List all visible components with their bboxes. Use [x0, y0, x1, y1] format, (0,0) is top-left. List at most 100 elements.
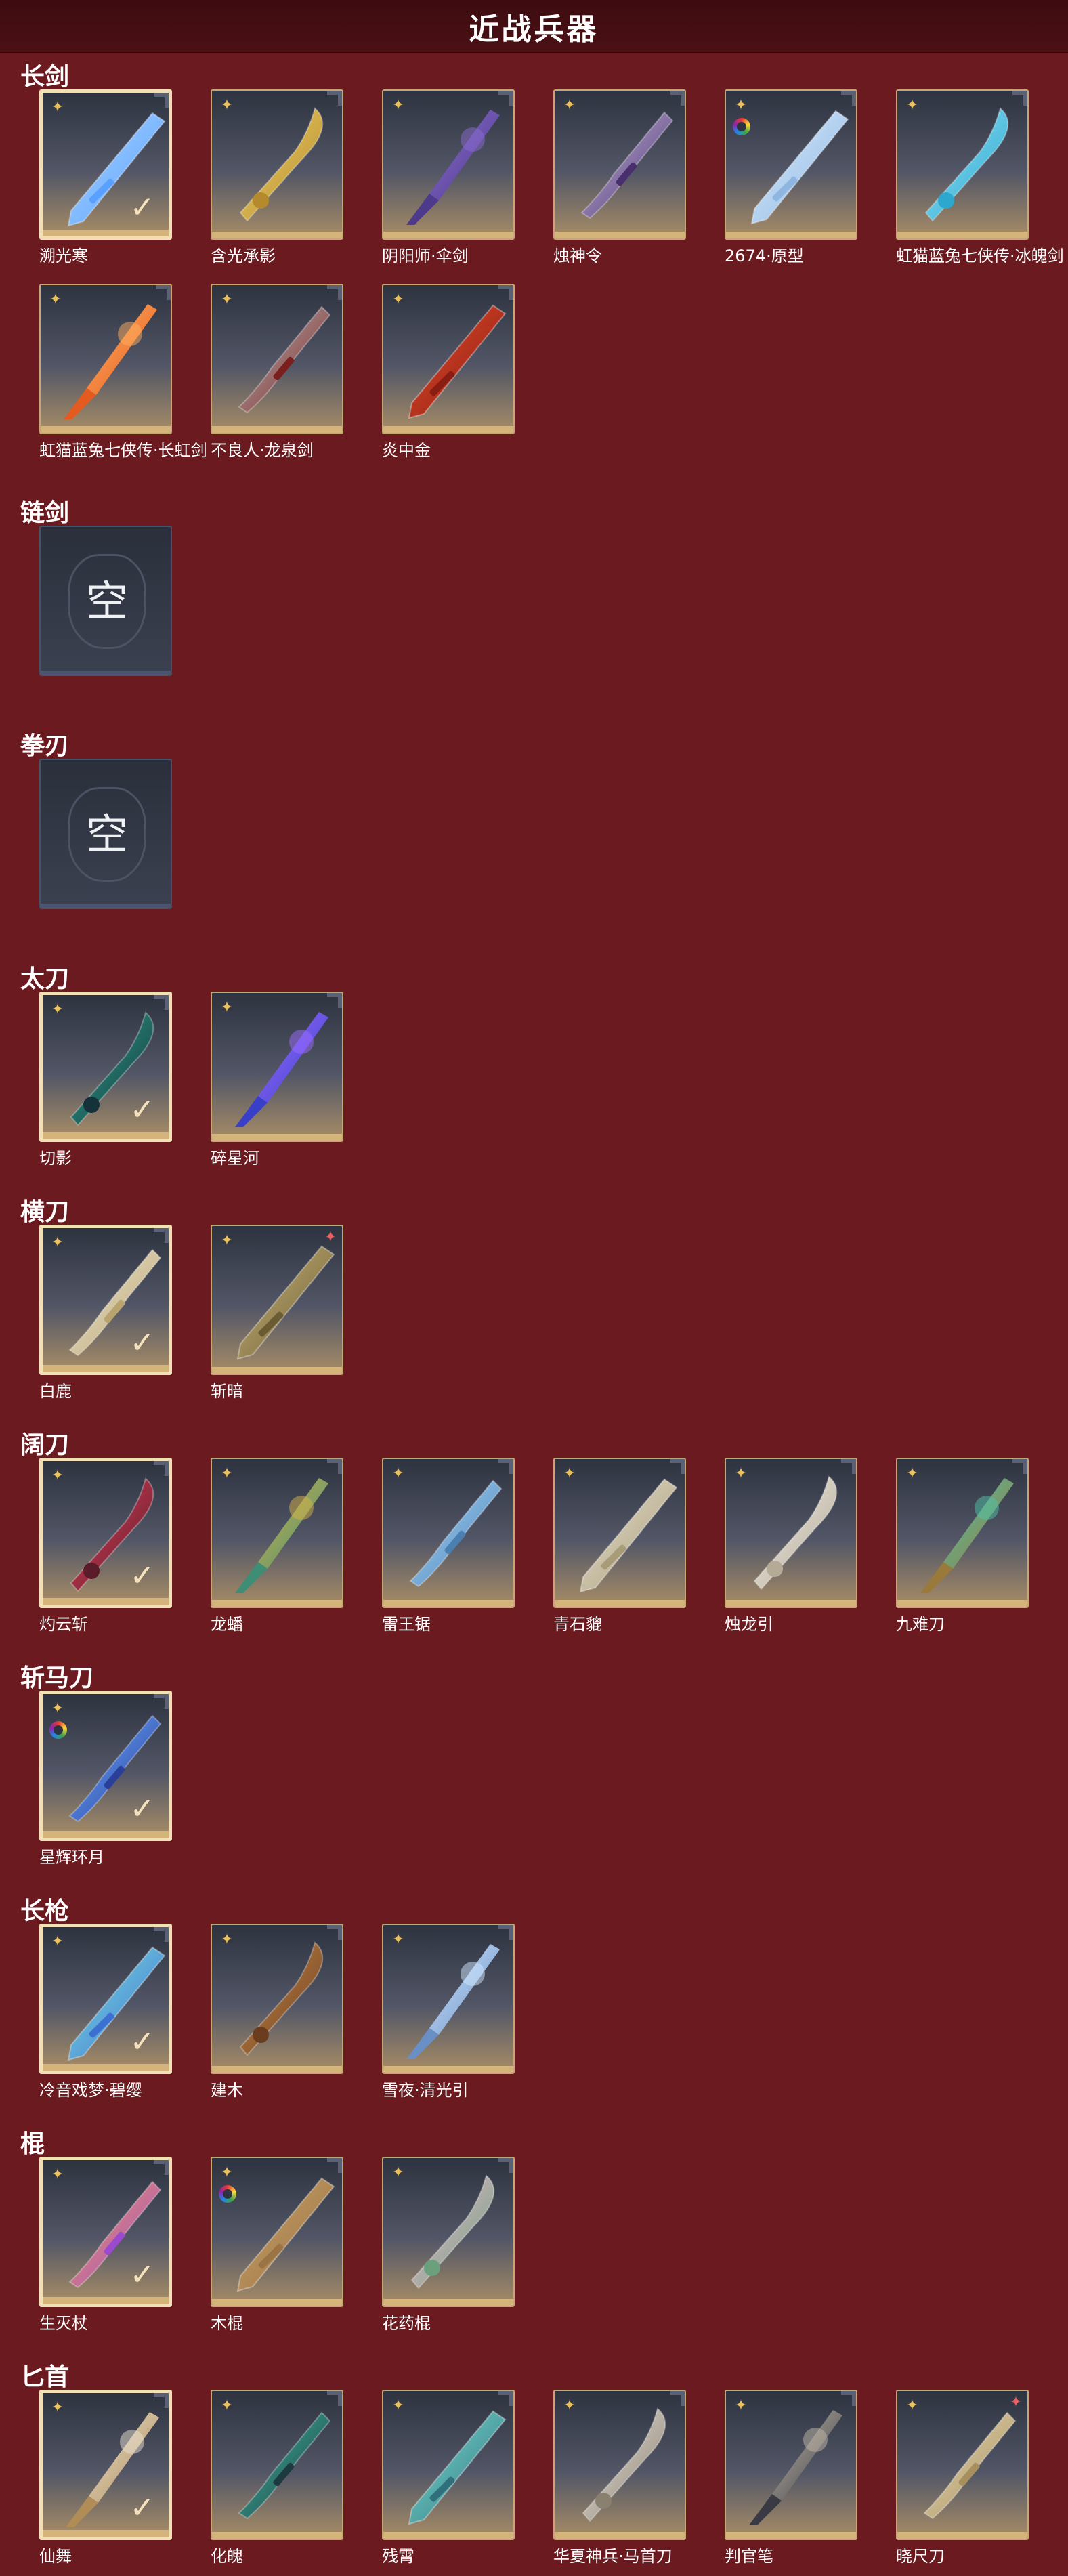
- weapon-card[interactable]: ✦ 建木: [211, 1924, 343, 2100]
- weapon-card[interactable]: ✦ ✦ 斩暗: [211, 1225, 343, 1401]
- weapon-tile[interactable]: ✦: [896, 89, 1029, 240]
- section-0: 长剑 ✦ ✓ 溯光寒 ✦ 含光承影 ✦ 阴阳师·伞剑 ✦ 烛神令 ✦ 2674·…: [0, 53, 1068, 489]
- weapon-card[interactable]: ✦ 不良人·龙泉剑: [211, 284, 343, 460]
- weapon-tile[interactable]: ✦ ✓: [39, 1458, 172, 1608]
- rank-star-icon: ✦: [220, 1232, 234, 1249]
- weapon-tile[interactable]: ✦ ✦: [896, 2390, 1029, 2540]
- corner-mark: [670, 91, 685, 106]
- weapon-tile[interactable]: ✦: [211, 992, 343, 1142]
- weapon-card[interactable]: ✦ 九难刀: [896, 1458, 1029, 1634]
- weapon-name: 虹猫蓝兔七侠传·长虹剑: [39, 441, 207, 460]
- weapon-tile[interactable]: ✦: [382, 2390, 515, 2540]
- weapon-name: 冷音戏梦·碧缨: [39, 2081, 142, 2100]
- empty-slot: 空: [39, 759, 172, 927]
- rank-star-icon: ✦: [905, 97, 919, 114]
- weapon-tile[interactable]: ✦: [382, 1458, 515, 1608]
- weapon-card[interactable]: ✦ 烛龙引: [725, 1458, 857, 1634]
- section-title: 阔刀: [20, 1431, 70, 1459]
- weapon-tile[interactable]: ✦: [725, 2390, 857, 2540]
- section-title: 横刀: [20, 1198, 70, 1226]
- corner-mark: [498, 1925, 513, 1940]
- weapon-card[interactable]: ✦ 化魄: [211, 2390, 343, 2566]
- tile-base: [212, 426, 342, 433]
- tile-base: [212, 1367, 342, 1374]
- weapon-image: [563, 99, 679, 228]
- weapon-tile[interactable]: ✦: [382, 284, 515, 434]
- weapon-tile[interactable]: ✦: [382, 1924, 515, 2074]
- weapon-card[interactable]: ✦ ✓ 生灭杖: [39, 2157, 172, 2333]
- weapon-card[interactable]: ✦ 含光承影: [211, 89, 343, 266]
- weapon-image: [734, 1467, 851, 1596]
- weapon-card[interactable]: ✦ 雷王锯: [382, 1458, 515, 1634]
- weapon-tile[interactable]: ✦ ✓: [39, 2157, 172, 2307]
- weapon-card[interactable]: ✦ ✓ 白鹿: [39, 1225, 172, 1401]
- weapon-card[interactable]: ✦ ✓ 冷音戏梦·碧缨: [39, 1924, 172, 2100]
- weapon-tile[interactable]: ✦ ✓: [39, 1691, 172, 1841]
- weapon-image: [220, 2166, 337, 2295]
- weapon-card[interactable]: ✦ 雪夜·清光引: [382, 1924, 515, 2100]
- weapon-card[interactable]: ✦ 虹猫蓝兔七侠传·冰魄剑: [896, 89, 1064, 266]
- weapon-tile[interactable]: ✦: [553, 89, 686, 240]
- weapon-tile[interactable]: ✦ ✓: [39, 1225, 172, 1375]
- weapon-tile[interactable]: ✦: [211, 1458, 343, 1608]
- weapon-card[interactable]: ✦ ✦ 晓尺刀: [896, 2390, 1029, 2566]
- rank-star-icon: ✦: [220, 1465, 234, 1482]
- weapon-name: 2674·原型: [725, 247, 804, 266]
- weapon-card[interactable]: ✦ 烛神令: [553, 89, 686, 266]
- weapon-card[interactable]: ✦ ✓ 灼云斩: [39, 1458, 172, 1634]
- rank-star-icon: ✦: [220, 1931, 234, 1948]
- weapon-tile[interactable]: ✦: [725, 89, 857, 240]
- weapon-name: 阴阳师·伞剑: [382, 247, 469, 266]
- weapon-tile[interactable]: ✦: [382, 2157, 515, 2307]
- weapon-tile[interactable]: ✦: [553, 2390, 686, 2540]
- corner-mark: [1012, 91, 1027, 106]
- section-title: 斩马刀: [20, 1664, 94, 1692]
- tile-base: [897, 232, 1027, 238]
- weapon-name: 溯光寒: [39, 247, 88, 266]
- weapon-tile[interactable]: ✦ ✓: [39, 1924, 172, 2074]
- weapon-image: [563, 1467, 679, 1596]
- new-badge-icon: ✦: [324, 1229, 337, 1246]
- rank-star-icon: ✦: [220, 2397, 234, 2414]
- tile-base: [555, 232, 685, 238]
- weapon-image: [220, 1467, 337, 1596]
- weapon-tile[interactable]: ✦: [725, 1458, 857, 1608]
- weapon-card[interactable]: ✦ 木棍: [211, 2157, 343, 2333]
- weapon-tile[interactable]: ✦ ✓: [39, 89, 172, 240]
- weapon-card[interactable]: ✦ 华夏神兵·马首刀: [553, 2390, 686, 2566]
- weapon-card[interactable]: ✦ 2674·原型: [725, 89, 857, 266]
- weapon-card[interactable]: ✦ ✓ 仙舞: [39, 2390, 172, 2566]
- weapon-card[interactable]: ✦ 碎星河: [211, 992, 343, 1168]
- weapon-card[interactable]: ✦ 虹猫蓝兔七侠传·长虹剑: [39, 284, 207, 460]
- weapon-tile[interactable]: ✦: [211, 284, 343, 434]
- weapon-card[interactable]: ✦ ✓ 切影: [39, 992, 172, 1168]
- weapon-card[interactable]: ✦ 残霄: [382, 2390, 515, 2566]
- weapon-image: [220, 99, 337, 228]
- weapon-tile[interactable]: ✦: [211, 2157, 343, 2307]
- weapon-tile[interactable]: ✦ ✦: [211, 1225, 343, 1375]
- weapon-tile[interactable]: ✦: [896, 1458, 1029, 1608]
- weapon-card[interactable]: ✦ 龙蟠: [211, 1458, 343, 1634]
- rainbow-ring-icon: [219, 2185, 236, 2203]
- weapon-name: 含光承影: [211, 247, 276, 266]
- weapon-tile[interactable]: ✦: [211, 1924, 343, 2074]
- weapon-tile[interactable]: ✦: [382, 89, 515, 240]
- weapon-tile[interactable]: ✦: [39, 284, 172, 434]
- section-4: 横刀 ✦ ✓ 白鹿 ✦ ✦ 斩暗: [0, 1188, 1068, 1421]
- section-7: 长枪 ✦ ✓ 冷音戏梦·碧缨 ✦ 建木 ✦ 雪夜·清光引: [0, 1887, 1068, 2120]
- weapon-tile[interactable]: ✦: [211, 2390, 343, 2540]
- weapon-card[interactable]: ✦ 花药棍: [382, 2157, 515, 2333]
- weapon-tile[interactable]: ✦: [211, 89, 343, 240]
- weapon-image: [905, 1467, 1022, 1596]
- weapon-tile[interactable]: ✦ ✓: [39, 2390, 172, 2540]
- weapon-tile[interactable]: ✦ ✓: [39, 992, 172, 1142]
- weapon-card[interactable]: ✦ ✓ 星辉环月: [39, 1691, 172, 1867]
- tile-base: [726, 1600, 856, 1607]
- weapon-card[interactable]: ✦ 炎中金: [382, 284, 515, 460]
- weapon-tile[interactable]: ✦: [553, 1458, 686, 1608]
- weapon-card[interactable]: ✦ 判官笔: [725, 2390, 857, 2566]
- tile-base: [43, 230, 169, 236]
- weapon-card[interactable]: ✦ 阴阳师·伞剑: [382, 89, 515, 266]
- weapon-card[interactable]: ✦ 青石貔: [553, 1458, 686, 1634]
- weapon-card[interactable]: ✦ ✓ 溯光寒: [39, 89, 172, 266]
